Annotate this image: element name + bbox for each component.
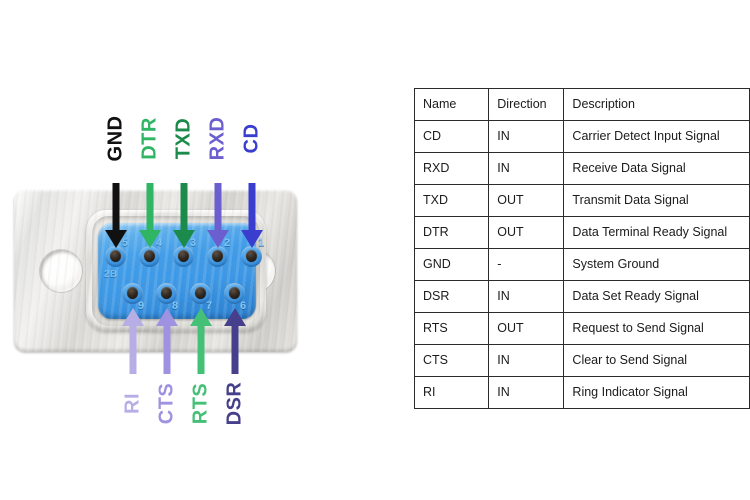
cell-dir: IN (488, 344, 565, 377)
cell-name: DTR (413, 216, 490, 249)
mounting-hole-left (40, 250, 82, 292)
cell-name: DSR (413, 280, 490, 313)
cell-name: GND (413, 248, 490, 281)
table-body: Name Direction Description CD IN Carrier Dete… (413, 88, 750, 409)
cell-name: CD (413, 120, 490, 153)
cell-name: RI (413, 376, 490, 409)
cell-desc: Data Terminal Ready Signal (563, 216, 750, 249)
cell-dir: OUT (488, 216, 565, 249)
cell-desc: Clear to Send Signal (563, 344, 750, 377)
table-row: TXD OUT Transmit Data Signal (413, 184, 750, 217)
cell-desc: Carrier Detect Input Signal (563, 120, 750, 153)
annotation-label-cd: CD (240, 123, 262, 154)
cell-desc: Receive Data Signal (563, 152, 750, 185)
column-header-direction: Direction (488, 88, 565, 121)
table-row: CTS IN Clear to Send Signal (413, 344, 750, 377)
cell-dir: OUT (488, 184, 565, 217)
pin-1 (241, 246, 262, 267)
cell-dir: - (488, 248, 565, 281)
table-row: DTR OUT Data Terminal Ready Signal (413, 216, 750, 249)
table-row: RI IN Ring Indicator Signal (413, 376, 750, 409)
arrow-head-cd (240, 230, 263, 248)
cell-name: RXD (413, 152, 490, 185)
insert-marking-label: 2B (104, 269, 118, 280)
table-row: RXD IN Receive Data Signal (413, 152, 750, 185)
arrow-shaft-ri (129, 326, 136, 374)
cell-name: RTS (413, 312, 490, 345)
arrow-shaft-dtr (146, 183, 153, 230)
cell-name: TXD (413, 184, 490, 217)
arrow-shaft-txd (180, 183, 187, 230)
connector-figure: 2B 543219876 GND DTR TXD RXD CD RI CTS RTS DSR (0, 0, 410, 500)
table-row: DSR IN Data Set Ready Signal (413, 280, 750, 313)
cell-dir: IN (488, 280, 565, 313)
cell-dir: OUT (488, 312, 565, 345)
arrow-shaft-rts (197, 326, 204, 374)
column-header-name: Name (413, 88, 490, 121)
signal-description-table: Name Direction Description CD IN Carrier Dete… (413, 88, 750, 409)
cell-dir: IN (488, 120, 565, 153)
table-row: CD IN Carrier Detect Input Signal (413, 120, 750, 153)
annotation-label-dsr: DSR (223, 381, 245, 426)
table-row: RTS OUT Request to Send Signal (413, 312, 750, 345)
pin-5 (105, 246, 126, 267)
arrow-shaft-gnd (112, 183, 119, 230)
annotation-dsr: DSR (205, 308, 265, 438)
table-row: GND - System Ground (413, 248, 750, 281)
annotation-cd: CD (222, 105, 282, 248)
arrow-shaft-cts (163, 326, 170, 374)
screenshot-root: 2B 543219876 GND DTR TXD RXD CD RI CTS RTS DSR N… (0, 0, 750, 500)
arrow-shaft-dsr (231, 326, 238, 374)
pin-2 (207, 246, 228, 267)
arrow-head-dsr (223, 308, 246, 326)
cell-desc: Data Set Ready Signal (563, 280, 750, 313)
table-header-row: Name Direction Description (413, 88, 750, 121)
cell-dir: IN (488, 376, 565, 409)
pin-4 (139, 246, 160, 267)
cell-desc: Transmit Data Signal (563, 184, 750, 217)
pin-3 (173, 246, 194, 267)
cell-desc: Ring Indicator Signal (563, 376, 750, 409)
arrow-shaft-cd (248, 183, 255, 230)
cell-dir: IN (488, 152, 565, 185)
arrow-shaft-rxd (214, 183, 221, 230)
cell-desc: System Ground (563, 248, 750, 281)
cell-desc: Request to Send Signal (563, 312, 750, 345)
cell-name: CTS (413, 344, 490, 377)
column-header-description: Description (563, 88, 750, 121)
